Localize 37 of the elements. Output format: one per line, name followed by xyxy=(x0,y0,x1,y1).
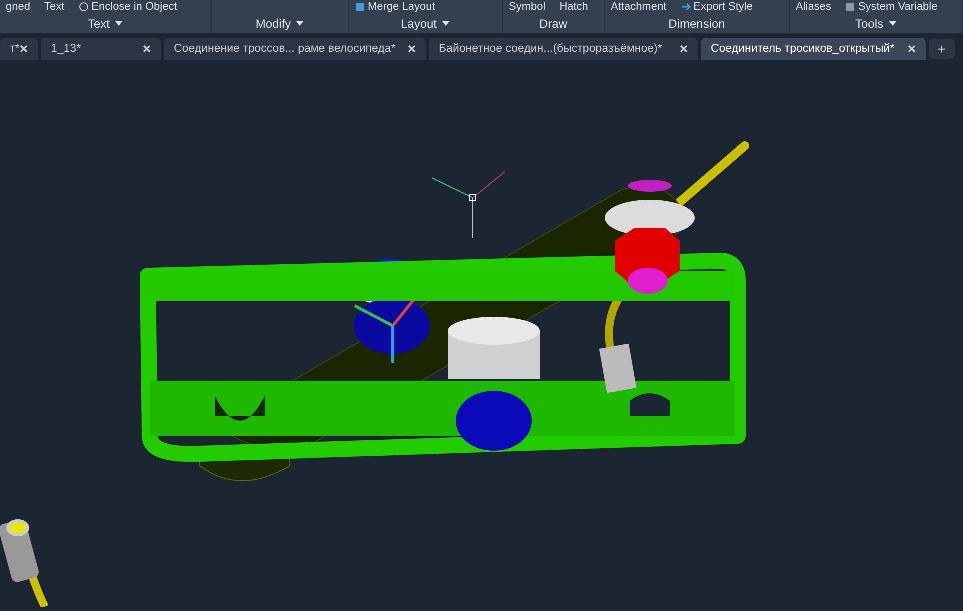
document-tab[interactable]: Байонетное соедин...(быстроразъёмное)* xyxy=(429,38,698,60)
panel-title[interactable]: Tools xyxy=(855,16,896,30)
variable-icon xyxy=(845,2,856,12)
ribbon-tool[interactable]: Enclose in Object xyxy=(78,1,178,13)
panel-title[interactable]: Draw xyxy=(539,16,568,30)
ribbon-tool[interactable]: Aliases xyxy=(796,1,832,13)
ucs-axis-icon xyxy=(354,300,414,363)
ribbon-tool[interactable]: Symbol xyxy=(509,1,546,13)
crosshair-cursor-icon xyxy=(432,172,506,238)
export-icon xyxy=(680,2,691,12)
document-tab[interactable]: т* xyxy=(0,38,38,60)
panel-title[interactable]: Dimension xyxy=(668,16,726,30)
close-icon[interactable] xyxy=(143,45,151,53)
circle-icon xyxy=(78,2,89,12)
ribbon-tool[interactable]: Text xyxy=(44,1,65,13)
close-icon[interactable] xyxy=(20,45,28,53)
close-icon[interactable] xyxy=(680,45,688,53)
layout-icon xyxy=(355,2,365,12)
caret-icon xyxy=(888,21,896,26)
document-tab[interactable]: 1_13* xyxy=(41,38,161,60)
caret-icon xyxy=(115,21,123,26)
caret-icon xyxy=(442,21,450,26)
caret-icon xyxy=(296,21,304,26)
ribbon-tool[interactable]: Attachment xyxy=(611,1,667,13)
panel-title[interactable]: Text xyxy=(88,16,123,30)
ribbon-tool[interactable]: System Variable xyxy=(845,1,938,13)
document-tab[interactable]: Соединитель тросиков_открытый* xyxy=(701,38,926,60)
close-icon[interactable] xyxy=(908,45,916,53)
panel-title[interactable]: Modify xyxy=(256,16,304,30)
new-tab-button[interactable]: + xyxy=(929,39,955,59)
close-icon[interactable] xyxy=(408,45,416,53)
ribbon-tool[interactable]: gned xyxy=(6,1,30,13)
panel-title[interactable]: Layout xyxy=(400,16,450,30)
ribbon-tool[interactable]: Hatch xyxy=(560,1,588,13)
ribbon-tool[interactable]: Export Style xyxy=(680,1,753,13)
document-tab[interactable]: Соединение троссов... раме велосипеда* xyxy=(164,38,426,60)
ribbon-tool[interactable]: Merge Layout xyxy=(355,1,436,13)
